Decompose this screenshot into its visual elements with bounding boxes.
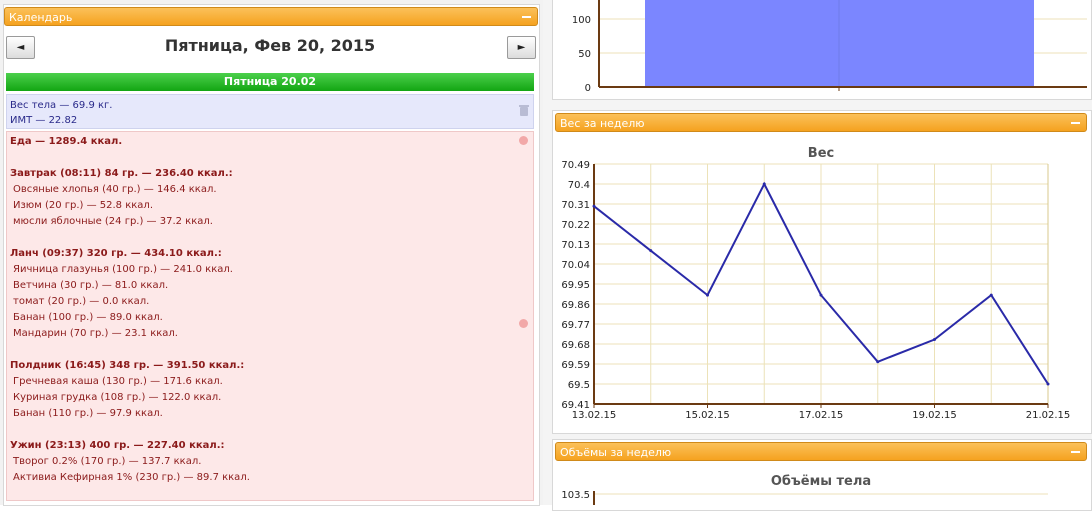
- collapse-icon[interactable]: [522, 16, 531, 18]
- edit-icon[interactable]: [519, 319, 528, 328]
- data-point[interactable]: [592, 204, 596, 208]
- top-chart-card: 0 50 100: [552, 0, 1092, 100]
- food-item: Банан (100 гр.) — 89.0 ккал.: [13, 312, 163, 323]
- food-item: Яичница глазунья (100 гр.) — 241.0 ккал.: [13, 264, 233, 275]
- data-point[interactable]: [706, 293, 709, 297]
- data-point[interactable]: [933, 338, 936, 342]
- edit-icon[interactable]: [519, 136, 528, 145]
- data-point[interactable]: [649, 249, 653, 253]
- food-item: Мандарин (70 гр.) — 23.1 ккал.: [13, 328, 178, 339]
- food-entry[interactable]: Еда — 1289.4 ккал. Завтрак (08:11) 84 гр.…: [6, 131, 534, 501]
- food-item: Банан (110 гр.) — 97.9 ккал.: [13, 408, 163, 419]
- data-point[interactable]: [819, 293, 823, 297]
- x-tick-label: 19.02.15: [912, 410, 957, 421]
- weight-entry[interactable]: Вес тела — 69.9 кг. ИМТ — 22.82: [6, 94, 534, 129]
- x-tick-label: 13.02.15: [572, 410, 617, 421]
- data-point[interactable]: [876, 360, 880, 364]
- collapse-icon[interactable]: [1071, 451, 1080, 453]
- bmi-text: ИМТ — 22.82: [10, 115, 78, 126]
- data-point[interactable]: [1046, 382, 1050, 386]
- food-item: Изюм (20 гр.) — 52.8 ккал.: [13, 200, 154, 211]
- food-item: Куриная грудка (108 гр.) — 122.0 ккал.: [13, 392, 222, 403]
- y-tick-label: 69.68: [561, 340, 590, 351]
- y-tick-label: 70.22: [561, 220, 590, 231]
- y-tick-label: 70.4: [568, 180, 590, 191]
- date-title: Пятница, Фев 20, 2015: [164, 36, 376, 55]
- charts-column: 0 50 100 Вес за неделю Вес 70.49 70.4 70.31 7…: [543, 0, 1092, 511]
- meal-header: Завтрак (08:11) 84 гр. — 236.40 ккал.:: [10, 168, 233, 179]
- meal-header: Ужин (23:13) 400 гр. — 227.40 ккал.:: [10, 440, 225, 451]
- x-tick-label: 17.02.15: [799, 410, 844, 421]
- next-day-button[interactable]: ►: [507, 36, 536, 59]
- x-tick-label: 15.02.15: [685, 410, 730, 421]
- food-item: мюсли яблочные (24 гр.) — 37.2 ккал.: [13, 216, 213, 227]
- x-tick-label: 21.02.15: [1026, 410, 1071, 421]
- y-tick-label: 70.04: [561, 260, 590, 271]
- y-tick-label: 70.31: [561, 200, 590, 211]
- food-item: Гречневая каша (130 гр.) — 171.6 ккал.: [13, 376, 223, 387]
- y-tick-label: 70.49: [561, 160, 590, 171]
- y-tick-label: 0: [585, 83, 591, 94]
- plot-area: [594, 491, 1048, 511]
- meal-header: Ланч (09:37) 320 гр. — 434.10 ккал.:: [10, 248, 222, 259]
- prev-day-button[interactable]: ◄: [6, 36, 35, 59]
- y-tick-label: 69.77: [561, 320, 590, 331]
- y-tick-label: 69.59: [561, 360, 590, 371]
- body-weight-text: Вес тела — 69.9 кг.: [10, 100, 113, 111]
- food-item: Овсяные хлопья (40 гр.) — 146.4 ккал.: [13, 184, 217, 195]
- y-tick-label: 70.13: [561, 240, 590, 251]
- y-tick-label: 69.86: [561, 300, 590, 311]
- weight-panel-title: Вес за неделю: [560, 117, 645, 130]
- food-list: Еда — 1289.4 ккал. Завтрак (08:11) 84 гр.…: [10, 134, 533, 486]
- calendar-column: Календарь ◄ Пятница, Фев 20, 2015 ► Пятн…: [0, 0, 543, 506]
- y-tick-label: 50: [578, 49, 591, 60]
- volumes-panel-header[interactable]: Объёмы за неделю: [555, 442, 1087, 461]
- volumes-panel-title: Объёмы за неделю: [560, 446, 672, 459]
- food-item: Активиа Кефирная 1% (230 гр.) — 89.7 кка…: [13, 472, 250, 483]
- top-bar-chart: 0 50 100: [572, 0, 1087, 94]
- day-bar[interactable]: Пятница 20.02: [6, 73, 534, 91]
- food-item: томат (20 гр.) — 0.0 ккал.: [13, 296, 150, 307]
- weight-panel-header[interactable]: Вес за неделю: [555, 113, 1087, 132]
- calendar-panel-title: Календарь: [9, 11, 73, 24]
- delete-icon[interactable]: [519, 105, 529, 116]
- weight-chart: 70.49 70.4 70.31 70.22 70.13 70.04 69.95 69.86 6…: [552, 156, 1090, 427]
- calendar-panel-header[interactable]: Календарь: [4, 7, 538, 26]
- food-item: Творог 0.2% (170 гр.) — 137.7 ккал.: [13, 456, 202, 467]
- data-point[interactable]: [762, 182, 766, 186]
- y-tick-label: 69.95: [561, 280, 590, 291]
- food-item: Ветчина (30 гр.) — 81.0 ккал.: [13, 280, 169, 291]
- meal-header: Еда — 1289.4 ккал.: [10, 136, 123, 147]
- collapse-icon[interactable]: [1071, 122, 1080, 124]
- y-tick-label: 100: [572, 15, 591, 26]
- y-tick-label: 69.5: [568, 380, 590, 391]
- meal-header: Полдник (16:45) 348 гр. — 391.50 ккал.:: [10, 360, 245, 371]
- y-tick-label: 103.5: [561, 490, 590, 501]
- data-point[interactable]: [989, 293, 993, 297]
